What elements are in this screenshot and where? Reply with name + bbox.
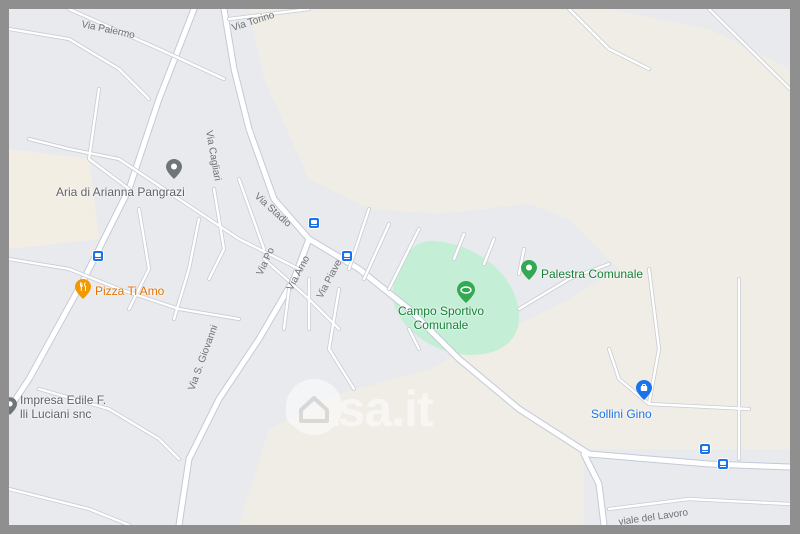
bus-stop-icon[interactable] <box>308 217 320 229</box>
casa-logo-icon <box>286 379 342 435</box>
bus-stop-icon[interactable] <box>699 443 711 455</box>
poi-label-impresa-edile[interactable]: Impresa Edile F. lli Luciani snc <box>20 393 106 421</box>
gym-pin-icon[interactable] <box>521 260 537 280</box>
poi-label-campo-sportivo[interactable]: Campo Sportivo Comunale <box>389 304 493 332</box>
poi-label-aria-di-arianna[interactable]: Aria di Arianna Pangrazi <box>56 185 185 199</box>
map-base-layer: Via Palermo Via Torino Via Cagliari Via … <box>9 9 790 525</box>
poi-label-impresa-edile-line2: lli Luciani snc <box>20 407 92 421</box>
stadium-icon[interactable] <box>457 281 475 303</box>
bus-stop-icon[interactable] <box>341 250 353 262</box>
shopping-bag-icon[interactable] <box>636 380 652 400</box>
casa-it-watermark: casa.it <box>284 377 434 441</box>
map-canvas[interactable]: Via Palermo Via Torino Via Cagliari Via … <box>9 9 790 525</box>
map-pin-icon[interactable] <box>166 159 182 179</box>
bus-stop-icon[interactable] <box>92 250 104 262</box>
poi-label-campo-sportivo-line1: Campo Sportivo <box>397 304 485 318</box>
map-frame: Via Palermo Via Torino Via Cagliari Via … <box>0 0 800 534</box>
business-pin-icon[interactable] <box>9 397 17 415</box>
poi-label-campo-sportivo-line2: Comunale <box>413 318 469 332</box>
poi-label-sollini-gino[interactable]: Sollini Gino <box>591 407 652 421</box>
poi-label-impresa-edile-line1: Impresa Edile F. <box>20 393 107 407</box>
poi-label-pizza-ti-amo[interactable]: Pizza Ti Amo <box>95 284 164 298</box>
restaurant-icon[interactable] <box>75 279 91 299</box>
bus-stop-icon[interactable] <box>717 458 729 470</box>
poi-label-palestra-comunale[interactable]: Palestra Comunale <box>541 267 643 281</box>
rural-area <box>9 149 99 249</box>
